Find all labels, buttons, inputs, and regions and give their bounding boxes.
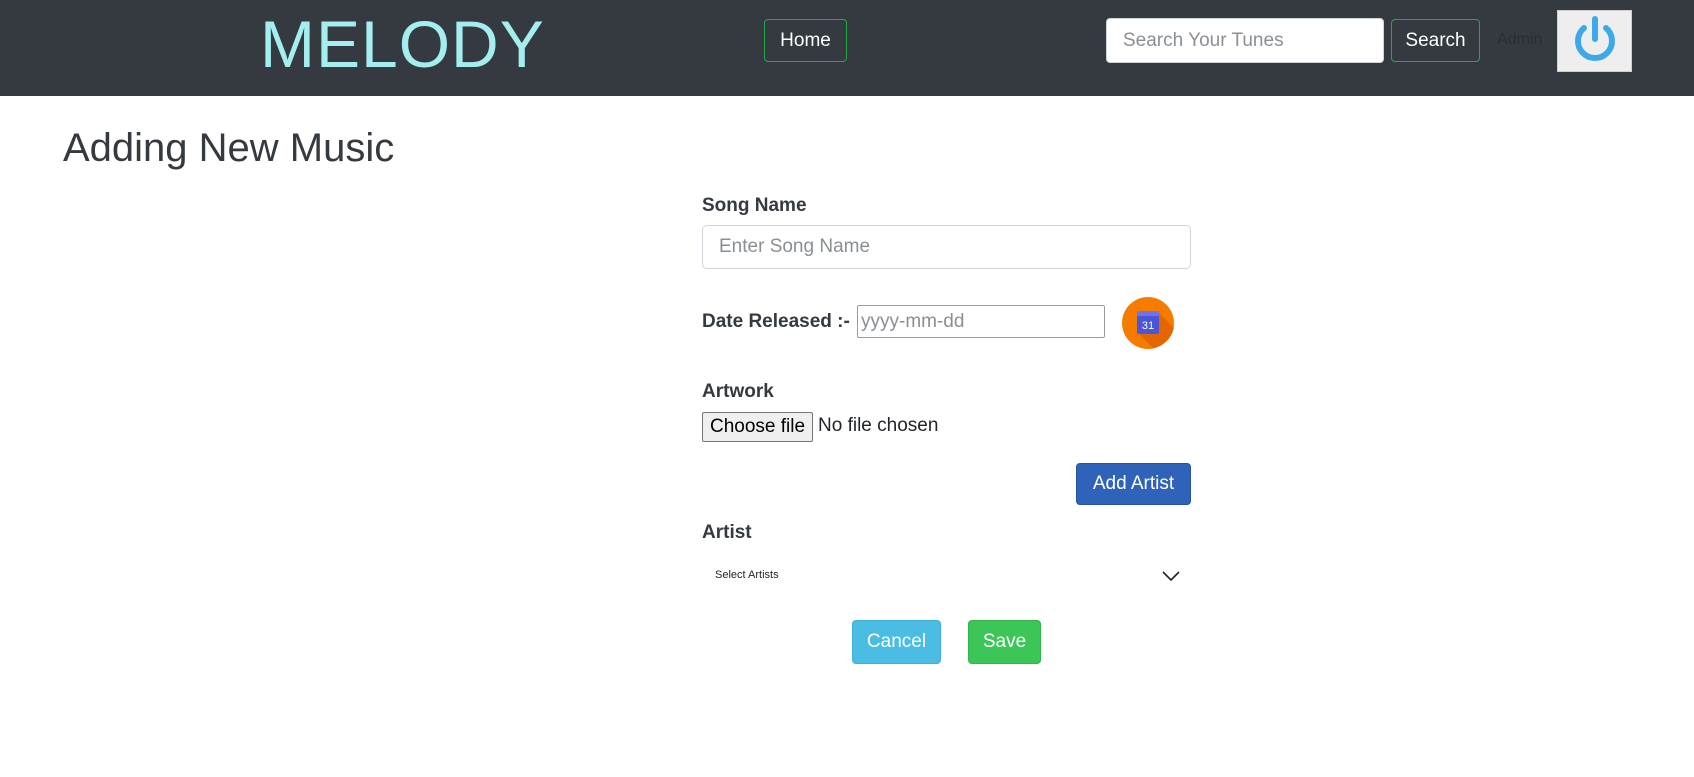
choose-file-button[interactable]: Choose file — [702, 412, 813, 442]
artist-label: Artist — [702, 522, 752, 543]
cancel-button[interactable]: Cancel — [852, 620, 941, 664]
navbar: MELODY Home Search Admin — [0, 0, 1694, 96]
search-input[interactable] — [1106, 18, 1384, 63]
calendar-button[interactable]: 31 — [1122, 297, 1174, 349]
page-title: Adding New Music — [63, 126, 395, 170]
admin-label: Admin — [1497, 31, 1543, 48]
power-icon — [1574, 16, 1615, 61]
svg-text:31: 31 — [1142, 320, 1154, 332]
calendar-icon: 31 — [1122, 297, 1174, 349]
chevron-down-icon — [1162, 571, 1180, 582]
add-artist-button[interactable]: Add Artist — [1076, 463, 1191, 505]
song-name-input[interactable] — [702, 225, 1191, 269]
date-released-label: Date Released :- — [702, 311, 850, 332]
song-name-label: Song Name — [702, 195, 807, 216]
artist-select-value: Select Artists — [715, 569, 779, 581]
file-status-text: No file chosen — [818, 415, 939, 436]
logout-button[interactable] — [1557, 10, 1632, 72]
home-button[interactable]: Home — [764, 19, 847, 62]
save-button[interactable]: Save — [968, 620, 1041, 664]
artwork-label: Artwork — [702, 381, 774, 402]
artist-select[interactable]: Select Artists — [702, 562, 1191, 592]
brand-logo[interactable]: MELODY — [260, 6, 545, 82]
date-released-input[interactable] — [857, 305, 1105, 338]
search-button[interactable]: Search — [1391, 19, 1480, 62]
